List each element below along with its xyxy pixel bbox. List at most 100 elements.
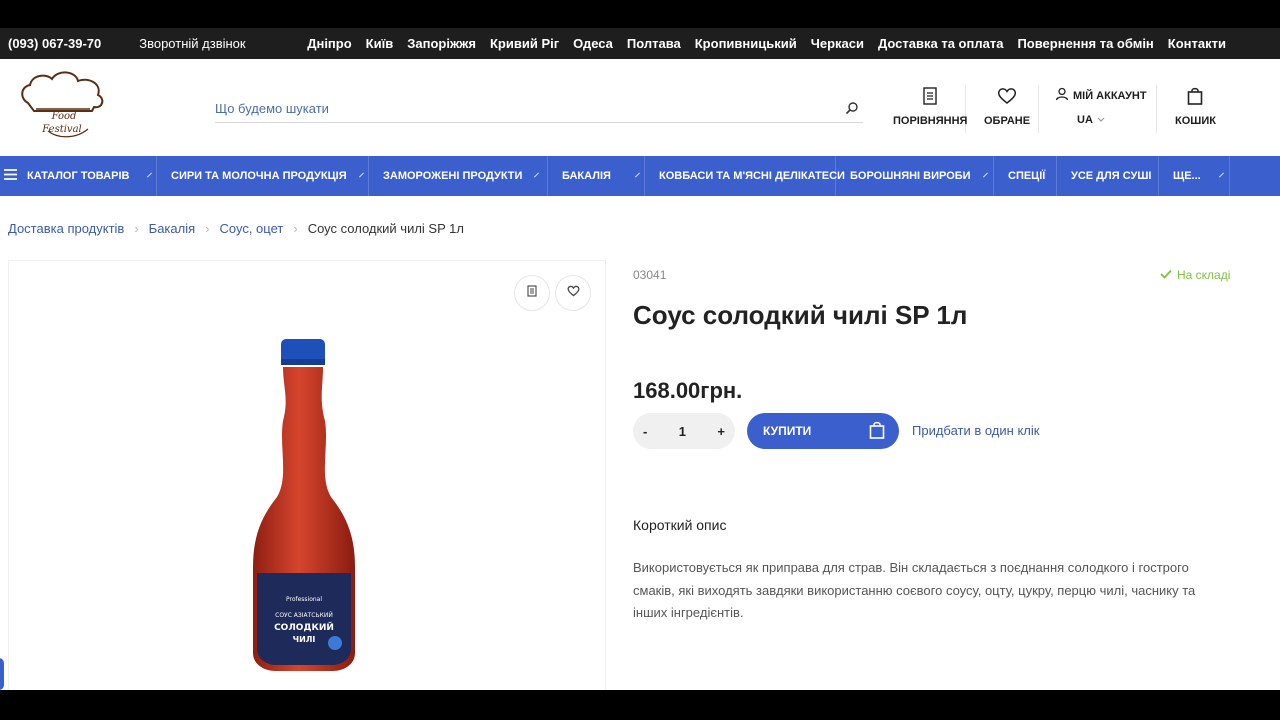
buy-one-click-link[interactable]: Придбати в один клік	[912, 423, 1039, 438]
top-link-kyiv[interactable]: Київ	[366, 36, 394, 51]
favorites-label: ОБРАНЕ	[984, 115, 1031, 127]
nav-item-more[interactable]: ЩЕ...	[1159, 156, 1230, 196]
product-gallery: Professional СОУС АЗІАТСЬКИЙ СОЛОДКИЙ ЧИ…	[8, 260, 606, 690]
buy-label: КУПИТИ	[763, 424, 812, 438]
cart-label: КОШИК	[1175, 115, 1216, 127]
compare-button[interactable]: ПОРІВНЯННЯ	[893, 87, 967, 127]
nav-item-sausages[interactable]: КОВБАСИ ТА М'ЯСНІ ДЕЛІКАТЕСИ	[645, 156, 845, 196]
nav-item-grocery[interactable]: БАКАЛІЯ	[548, 156, 645, 196]
top-link-returns[interactable]: Повернення та обмін	[1017, 36, 1153, 51]
buy-button[interactable]: КУПИТИ	[747, 413, 899, 449]
chevron-down-icon	[982, 172, 988, 177]
header-divider	[1038, 85, 1039, 133]
label-brand-text: Professional	[286, 596, 322, 603]
nav-item-cheese-dairy[interactable]: СИРИ ТА МОЛОЧНА ПРОДУКЦІЯ	[157, 156, 369, 196]
label-line-text: ЧИЛІ	[293, 635, 316, 644]
label-line-text: СОУС АЗІАТСЬКИЙ	[275, 612, 333, 619]
bag-icon	[869, 421, 885, 442]
header-divider	[1156, 85, 1157, 133]
nav-item-label: УСЕ ДЛЯ СУШІ	[1071, 170, 1152, 182]
product-image[interactable]: Professional СОУС АЗІАТСЬКИЙ СОЛОДКИЙ ЧИ…	[239, 337, 369, 673]
nav-item-label: ЩЕ...	[1173, 170, 1201, 182]
quantity-stepper: - 1 +	[633, 413, 735, 449]
heart-icon	[997, 87, 1017, 108]
site-logo[interactable]: Food Festival	[18, 69, 110, 147]
label-line-text: СОЛОДКИЙ	[274, 621, 334, 633]
language-selector[interactable]: UA	[1077, 114, 1147, 126]
breadcrumb: Доставка продуктів › Бакалія › Соус, оце…	[8, 221, 464, 236]
header: Food Festival ПОРІВНЯННЯ ОБРАНЕ	[0, 59, 1280, 156]
top-link-zaporizhzhia[interactable]: Запоріжжя	[407, 36, 476, 51]
catalog-menu[interactable]: КАТАЛОГ ТОВАРІВ	[0, 156, 157, 196]
add-to-favorites-button[interactable]	[555, 275, 591, 311]
compare-icon	[527, 284, 537, 302]
nav-item-label: СПЕЦІЇ	[1008, 170, 1046, 182]
svg-text:Food: Food	[51, 111, 77, 122]
quantity-decrement-button[interactable]: -	[643, 424, 647, 439]
top-link-dnipro[interactable]: Дніпро	[307, 36, 351, 51]
nav-item-label: СИРИ ТА МОЛОЧНА ПРОДУКЦІЯ	[171, 170, 347, 182]
callback-link[interactable]: Зворотній дзвінок	[139, 36, 245, 51]
add-to-compare-button[interactable]	[514, 275, 550, 311]
category-nav: КАТАЛОГ ТОВАРІВ СИРИ ТА МОЛОЧНА ПРОДУКЦІ…	[0, 156, 1280, 196]
chevron-down-icon	[634, 172, 640, 177]
quantity-increment-button[interactable]: +	[717, 424, 725, 439]
breadcrumb-sauces[interactable]: Соус, оцет	[220, 221, 284, 236]
hamburger-icon	[4, 169, 17, 183]
top-link-cherkasy[interactable]: Черкаси	[811, 36, 864, 51]
search-icon[interactable]	[845, 101, 859, 120]
compare-icon	[922, 87, 938, 108]
stock-label: На складі	[1177, 268, 1231, 282]
nav-item-label: БОРОШНЯНІ ВИРОБИ	[850, 170, 971, 182]
check-icon	[1160, 268, 1172, 282]
chevron-down-icon	[147, 172, 153, 177]
chevron-down-icon	[1097, 114, 1105, 126]
breadcrumb-separator: ›	[205, 221, 210, 236]
breadcrumb-current: Соус солодкий чилі SP 1л	[307, 221, 464, 236]
chevron-down-icon	[534, 172, 540, 177]
top-links: Дніпро Київ Запоріжжя Кривий Ріг Одеса П…	[307, 36, 1226, 51]
product-price: 168.00грн.	[633, 378, 743, 403]
top-link-contacts[interactable]: Контакти	[1168, 36, 1226, 51]
svg-text:Festival: Festival	[41, 124, 81, 135]
page: (093) 067-39-70 Зворотній дзвінок Дніпро…	[0, 28, 1280, 690]
top-link-odesa[interactable]: Одеса	[573, 36, 613, 51]
cart-button[interactable]: КОШИК	[1175, 87, 1216, 127]
catalog-label: КАТАЛОГ ТОВАРІВ	[27, 170, 130, 182]
top-bar: (093) 067-39-70 Зворотній дзвінок Дніпро…	[0, 28, 1280, 59]
search-bar	[215, 95, 863, 123]
top-link-kryvyi-rih[interactable]: Кривий Ріг	[490, 36, 559, 51]
top-link-poltava[interactable]: Полтава	[627, 36, 681, 51]
breadcrumb-home[interactable]: Доставка продуктів	[8, 221, 124, 236]
chat-widget-button[interactable]	[0, 658, 4, 690]
quantity-input[interactable]: 1	[679, 424, 686, 439]
chevron-down-icon	[358, 172, 364, 177]
top-link-delivery[interactable]: Доставка та оплата	[878, 36, 1003, 51]
nav-item-label: БАКАЛІЯ	[562, 170, 611, 182]
short-description-title: Короткий опис	[633, 517, 727, 533]
chevron-down-icon	[1218, 172, 1224, 177]
compare-label: ПОРІВНЯННЯ	[893, 115, 968, 127]
language-value: UA	[1077, 114, 1093, 126]
breadcrumb-grocery[interactable]: Бакалія	[149, 221, 195, 236]
product-title: Соус солодкий чилі SP 1л	[633, 300, 968, 330]
product-sku: 03041	[633, 268, 667, 282]
top-link-kropyvnytskyi[interactable]: Кропивницький	[695, 36, 797, 51]
stock-status: На складі	[1160, 268, 1230, 282]
favorites-button[interactable]: ОБРАНЕ	[984, 87, 1030, 127]
short-description-text: Використовується як приправа для страв. …	[633, 560, 1196, 620]
nav-item-flour-products[interactable]: БОРОШНЯНІ ВИРОБИ	[836, 156, 994, 196]
nav-item-label: КОВБАСИ ТА М'ЯСНІ ДЕЛІКАТЕСИ	[659, 170, 845, 182]
nav-item-frozen[interactable]: ЗАМОРОЖЕНІ ПРОДУКТИ	[369, 156, 548, 196]
breadcrumb-separator: ›	[293, 221, 298, 236]
account-menu[interactable]: МІЙ АККАУНТ UA	[1055, 87, 1147, 126]
nav-item-sushi[interactable]: УСЕ ДЛЯ СУШІ	[1057, 156, 1159, 196]
search-input[interactable]	[215, 101, 815, 116]
nav-item-spices[interactable]: СПЕЦІЇ	[994, 156, 1057, 196]
heart-icon	[566, 284, 580, 302]
nav-item-label: ЗАМОРОЖЕНІ ПРОДУКТИ	[383, 170, 523, 182]
video-frame: (093) 067-39-70 Зворотній дзвінок Дніпро…	[0, 0, 1280, 720]
account-label: МІЙ АККАУНТ	[1073, 89, 1147, 102]
breadcrumb-separator: ›	[134, 221, 139, 236]
phone-link[interactable]: (093) 067-39-70	[8, 36, 101, 51]
